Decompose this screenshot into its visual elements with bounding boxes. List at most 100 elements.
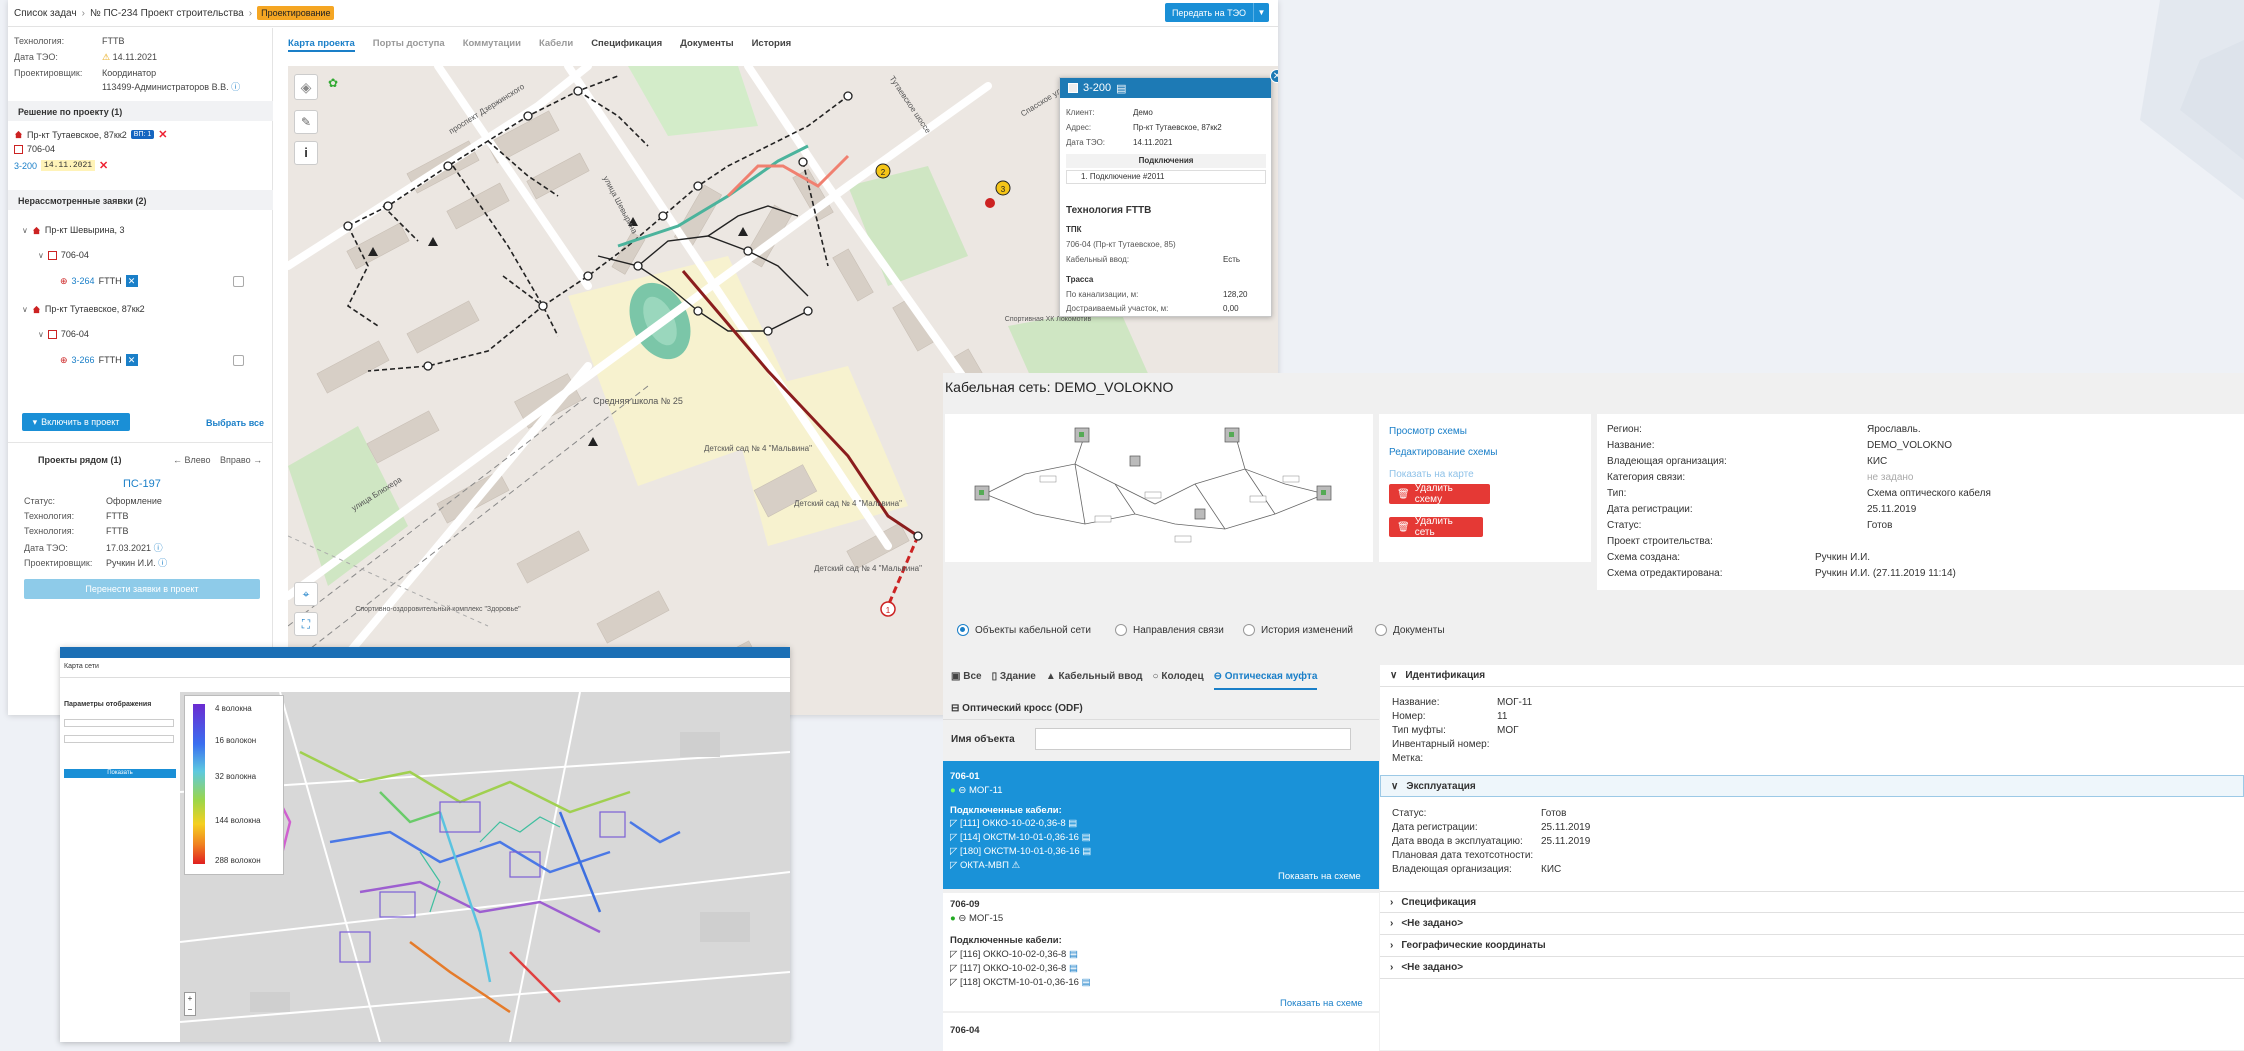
delete-network-button[interactable]: 🗑 Удалить сеть [1389,516,1483,538]
show-on-scheme-link[interactable]: Показать на схеме [1278,871,1361,882]
tab-project-map[interactable]: Карта проекта [288,30,355,52]
pending-node-1[interactable]: ∨ 706-04 [38,250,89,260]
info-icon[interactable]: ⓘ [158,558,167,568]
info-value: Ярославль. [1867,424,1921,435]
fullscreen-icon[interactable]: ⛶ [294,612,318,636]
radio-label: История изменений [1261,624,1353,636]
ruler-icon[interactable]: ✎ [294,110,318,134]
include-in-project-button[interactable]: ▾ Включить в проект [22,413,130,431]
delete-scheme-button[interactable]: 🗑 Удалить схему [1389,483,1490,505]
chevron-down-icon[interactable]: ∨ [22,305,28,314]
document-icon[interactable]: ▤ [1116,82,1126,95]
locate-icon[interactable]: ⌖ [294,582,318,606]
add-circle-icon[interactable]: ⊕ [60,276,68,287]
remove-icon[interactable]: ✕ [99,159,108,172]
section-unset[interactable]: › <Не задано> [1380,957,2244,979]
tab-all[interactable]: ▣ Все [951,671,982,690]
cable-item[interactable]: ◸ ОКТА-МВП ⚠ [950,860,1020,871]
popup-tech-title: Технология FTTB [1066,205,1152,216]
section-geo[interactable]: › Географические координаты [1380,935,2244,957]
move-requests-button[interactable]: Перенести заявки в проект [24,579,260,599]
coupling-card[interactable]: 706-04 [943,1013,1379,1051]
radio-network-objects[interactable]: Объекты кабельной сети [957,624,1091,636]
chevron-down-icon[interactable]: ▼ [1253,3,1269,22]
show-on-scheme-link[interactable]: Показать на схеме [1280,998,1363,1009]
radio-history[interactable]: История изменений [1243,624,1353,636]
cable-item[interactable]: ◸ [118] ОКСТМ-10-01-0,36-16 ▤ [950,977,1091,988]
cable-item[interactable]: ◸ [111] ОККО-10-02-0,36-8 ▤ [950,818,1077,829]
tab-cable-entry[interactable]: ▲ Кабельный ввод [1046,671,1143,690]
pending-item-checkbox[interactable] [233,276,244,287]
chevron-down-icon[interactable]: ∨ [22,226,28,235]
plus-icon[interactable]: + [188,994,193,1003]
cross-icon[interactable]: ✕ [125,275,138,287]
minus-icon[interactable]: − [188,1005,193,1014]
cable-item[interactable]: ◸ [114] ОКСТМ-10-01-0,36-16 ▤ [950,832,1091,843]
cable-item[interactable]: ◸ [117] ОККО-10-02-0,36-8 ▤ [950,963,1078,974]
show-on-map-link[interactable]: Показать на карте [1389,469,1474,480]
tab-well[interactable]: ○ Колодец [1153,671,1204,690]
section-identification[interactable]: ∨ Идентификация [1380,665,2244,687]
breadcrumb-project[interactable]: № ПС-234 Проект строительства [90,8,244,19]
decision-address: Пр-кт Тутаевское, 87кк2 [27,129,127,140]
chevron-down-icon[interactable]: ∨ [38,251,44,260]
odf-tab[interactable]: ⊟ Оптический кросс (ODF) [951,703,1083,714]
info-icon[interactable]: ⓘ [231,82,240,92]
params-select[interactable] [64,719,174,727]
pending-node-2[interactable]: ∨ 706-04 [38,329,89,339]
checkbox-icon[interactable] [1068,83,1078,93]
tab-building[interactable]: ▯ Здание [992,671,1036,690]
add-circle-icon[interactable]: ⊕ [60,355,68,366]
edit-scheme-link[interactable]: Редактирование схемы [1389,447,1497,458]
section-specification[interactable]: › Спецификация [1380,891,2244,913]
coupling-card-selected[interactable]: 706-01 ● ⊖ МОГ-11 Подключенные кабели: ◸… [943,761,1379,889]
teo-date-value: 14.11.2021 [112,52,157,62]
radio-label: Документы [1393,624,1445,636]
remove-icon[interactable]: ✕ [158,128,167,141]
decision-item-link[interactable]: 3-200 [14,161,37,171]
params-select[interactable] [64,735,174,743]
section-unset[interactable]: › <Не задано> [1380,913,2244,935]
section-title: Географические координаты [1401,940,1546,951]
nearby-prev[interactable]: ← Влево [173,455,210,465]
tab-access-ports[interactable]: Порты доступа [373,30,445,52]
radio-icon [1375,624,1387,636]
info-icon[interactable]: ⓘ [154,543,163,553]
select-all-link[interactable]: Выбрать все [206,418,264,428]
nearby-code-link[interactable]: ПС-197 [123,478,161,490]
pending-item-link[interactable]: 3-264 [72,276,95,286]
decision-node-row: 706-04 [14,144,55,154]
radio-documents[interactable]: Документы [1375,624,1445,636]
scheme-preview[interactable] [945,414,1373,562]
object-name-input[interactable] [1035,728,1351,750]
breadcrumb-task-list[interactable]: Список задач [14,8,77,19]
pending-item-checkbox[interactable] [233,355,244,366]
pending-group-1[interactable]: ∨ Пр-кт Шевырина, 3 [22,225,125,235]
tab-documents[interactable]: Документы [680,30,733,52]
section-exploitation[interactable]: ∨ Эксплуатация [1380,775,2244,797]
tab-history[interactable]: История [752,30,792,52]
coupling-card[interactable]: 706-09 ● ⊖ МОГ-15 Подключенные кабели: ◸… [943,893,1379,1011]
nearby-next[interactable]: Вправо → [220,455,262,465]
pending-group-2[interactable]: ∨ Пр-кт Тутаевское, 87кк2 [22,304,145,314]
cross-icon[interactable]: ✕ [125,354,138,366]
info-icon[interactable]: i [294,141,318,165]
apply-button[interactable]: Показать [64,769,176,778]
pending-item-link[interactable]: 3-266 [72,355,95,365]
tab-optical-coupling[interactable]: ⊖ Оптическая муфта [1213,671,1318,690]
coupling-icon: ⊖ [958,785,967,796]
tab-switching[interactable]: Коммутации [463,30,521,52]
send-to-teo-button[interactable]: Передать на ТЭО ▼ [1165,3,1269,22]
tab-specification[interactable]: Спецификация [591,30,662,52]
cable-item[interactable]: ◸ [116] ОККО-10-02-0,36-8 ▤ [950,949,1078,960]
cable-item[interactable]: ◸ [180] ОКСТМ-10-01-0,36-16 ▤ [950,846,1091,857]
close-icon[interactable]: ✕ [1270,69,1278,83]
chevron-down-icon[interactable]: ∨ [38,330,44,339]
popup-conn-item[interactable]: 1. Подключение #2011 [1066,170,1266,184]
view-scheme-link[interactable]: Просмотр схемы [1389,426,1467,437]
paw-icon[interactable]: ✿ [328,76,338,90]
zoom-control[interactable]: + − [184,992,196,1016]
layers-icon[interactable]: ◈ [294,74,318,100]
radio-directions[interactable]: Направления связи [1115,624,1224,636]
tab-cables[interactable]: Кабели [539,30,573,52]
